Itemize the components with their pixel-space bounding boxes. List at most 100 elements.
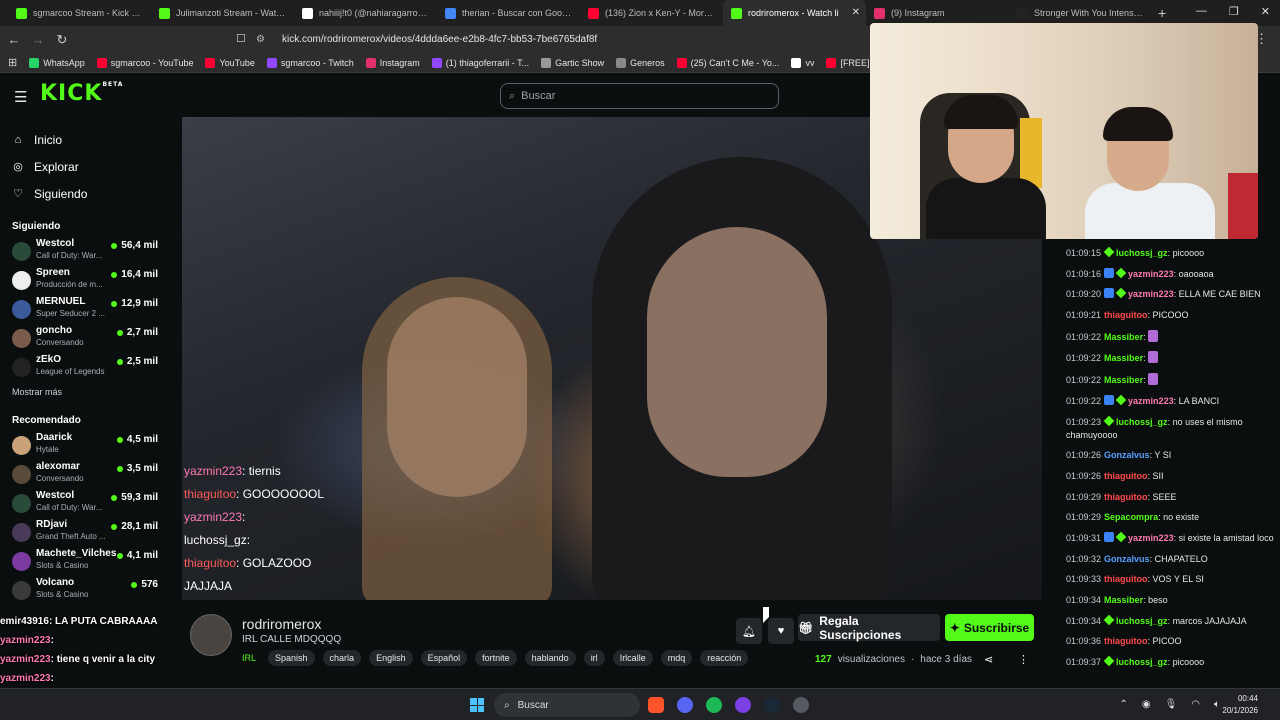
tag-chip[interactable]: mdq [660,650,693,666]
channel-item[interactable]: Volcano Slots & Casino 576 [0,577,170,606]
forward-icon[interactable]: → [28,32,48,47]
tag-chip[interactable]: Irlcalle [612,650,653,666]
chat-username[interactable]: thiaguitoo [1104,471,1148,481]
chat-username[interactable]: thiaguitoo [1104,310,1148,320]
channel-item[interactable]: Machete_Vilches Slots & Casino 4,1 mil [0,548,170,577]
browser-tab[interactable]: rodriromerox - Watch li ✕ [723,0,866,26]
chat-username[interactable]: luchossj_gz [1116,616,1168,626]
more-options-icon[interactable]: ⋮ [1018,653,1029,666]
nav-item-explorar[interactable]: ◎ Explorar [12,153,170,180]
obs-icon[interactable] [735,697,751,713]
menu-icon[interactable]: ☰ [14,88,27,106]
back-icon[interactable]: ← [4,32,24,47]
bookmark-item[interactable]: (25) Can't C Me - Yo... [676,57,779,68]
tag-chip[interactable]: reacción [700,650,749,666]
taskbar-search[interactable]: ⌕ Buscar [494,693,640,717]
follow-heart-button[interactable]: ♥ [768,618,794,644]
close-tab-icon[interactable]: ✕ [852,7,860,18]
close-window-icon[interactable]: ✕ [1261,5,1270,18]
tag-chip[interactable]: fortnite [475,650,517,666]
browser-tab[interactable]: Julimanzoti Stream - Watch Liv [151,0,294,26]
reload-icon[interactable]: ↻ [52,32,72,48]
gift-subs-button[interactable]: 🎁︎ Regala Suscripciones [798,614,940,642]
chat-username[interactable]: thiaguitoo [1104,636,1148,646]
steam-icon[interactable] [764,697,780,713]
channel-item[interactable]: Daarick Hytale 4,5 mil [0,432,170,461]
bookmark-item[interactable]: YouTube [205,57,255,68]
wifi-icon[interactable]: ◠ [1191,699,1200,710]
channel-item[interactable]: RDjavi Grand Theft Auto ... 28,1 mil [0,519,170,548]
tag-chip[interactable]: charla [322,650,362,666]
bookmark-item[interactable]: Instagram [365,57,420,68]
tag-chip[interactable]: Español [420,650,468,666]
subscribe-button[interactable]: ✦ Suscribirse [945,614,1034,641]
nav-item-inicio[interactable]: ⌂ Inicio [12,126,170,153]
discord-icon[interactable] [677,697,693,713]
show-more-link[interactable]: Mostrar más [0,387,170,397]
share-icon[interactable]: ⋖ [984,653,993,666]
channel-item[interactable]: alexomar Conversando 3,5 mil [0,461,170,490]
browser-tab[interactable]: sgmarcoo Stream - Kick Dashbo [8,0,151,26]
channel-item[interactable]: Westcol Call of Duty: War... 56,4 mil [0,238,170,267]
channel-item[interactable]: Westcol Call of Duty: War... 59,3 mil [0,490,170,519]
category-link[interactable]: IRL [242,653,256,663]
spotify-icon[interactable] [706,697,722,713]
chat-username[interactable]: thiaguitoo [1104,574,1148,584]
chat-username[interactable]: Sepacompra [1104,512,1158,522]
bookmark-item[interactable]: sgmarcoo - YouTube [96,57,193,68]
new-tab-icon[interactable]: + [1158,5,1166,21]
chat-username[interactable]: thiaguitoo [1104,492,1148,502]
channel-item[interactable]: Spreen Producción de m... 16,4 mil [0,267,170,296]
notification-bell-button[interactable]: 🔔︎ [736,618,762,644]
bookmark-label: YouTube [219,57,255,68]
network-icon[interactable]: ◉ [1142,699,1151,710]
chat-username[interactable]: Massiber [1104,332,1143,342]
url-field[interactable]: ⚙ kick.com/rodriromerox/videos/4ddda6ee-… [256,29,876,50]
chat-username[interactable]: luchossj_gz [1116,657,1168,667]
chat-username[interactable]: Massiber [1104,375,1143,385]
streamer-name[interactable]: rodriromerox [242,616,321,632]
minimize-icon[interactable]: — [1196,5,1207,18]
channel-item[interactable]: goncho Conversando 2,7 mil [0,325,170,354]
chat-username[interactable]: luchossj_gz [1116,248,1168,258]
bookmark-item[interactable]: Gartic Show [541,57,604,68]
chevron-up-icon[interactable]: ⌃ [1119,699,1127,710]
tag-chip[interactable]: Spanish [268,650,315,666]
bookmark-item[interactable]: WhatsApp [29,57,85,68]
bookmark-icon[interactable]: ☐ [236,32,246,45]
bookmark-item[interactable]: Generos [616,57,665,68]
channel-item[interactable]: MERNUEL Super Seducer 2 ... 12,9 mil [0,296,170,325]
search-input[interactable]: ⌕ Buscar [500,83,779,109]
bookmark-item[interactable]: (1) thiagoferrarii - T... [431,57,529,68]
tag-chip[interactable]: irl [583,650,605,666]
mic-icon[interactable]: 🎙︎ [1165,699,1178,710]
volume-icon[interactable]: 🔈︎ [1214,699,1220,710]
taskbar-search-label: Buscar [517,699,549,711]
settings-icon[interactable] [793,697,809,713]
chat-username[interactable]: yazmin223 [1128,269,1174,279]
chat-username[interactable]: Massiber [1104,353,1143,363]
chat-username[interactable]: yazmin223 [1128,533,1174,543]
kick-logo[interactable]: KICKBETA [40,81,123,106]
chat-username[interactable]: yazmin223 [1128,396,1174,406]
site-info-icon[interactable]: ⚙ [256,34,270,45]
chat-username[interactable]: Gonzalvus [1104,450,1150,460]
chat-username[interactable]: luchossj_gz [1116,417,1168,427]
bookmark-item[interactable]: sgmarcoo - Twitch [266,57,354,68]
browser-tab[interactable]: therian - Buscar con Google [437,0,580,26]
windows-start-icon[interactable] [470,698,484,712]
clock[interactable]: 00:44 20/1/2026 [1222,693,1258,717]
channel-item[interactable]: zEkO League of Legends 2,5 mil [0,354,170,383]
chat-username[interactable]: yazmin223 [1128,289,1174,299]
tag-chip[interactable]: English [369,650,413,666]
brave-icon[interactable] [648,697,664,713]
apps-grid-icon[interactable]: ⊞ [8,56,17,69]
browser-tab[interactable]: nahiiij!t0 (@nahiaragarrocho_) [294,0,437,26]
nav-item-siguiendo[interactable]: ♡ Siguiendo [12,180,170,207]
tag-chip[interactable]: hablando [524,650,576,666]
browser-tab[interactable]: (136) Zion x Ken-Y - More (La I [580,0,723,26]
chat-username[interactable]: Gonzalvus [1104,554,1150,564]
chat-username[interactable]: Massiber [1104,595,1143,605]
bookmark-item[interactable]: vv [791,57,814,68]
maximize-icon[interactable]: ❐ [1229,5,1239,18]
